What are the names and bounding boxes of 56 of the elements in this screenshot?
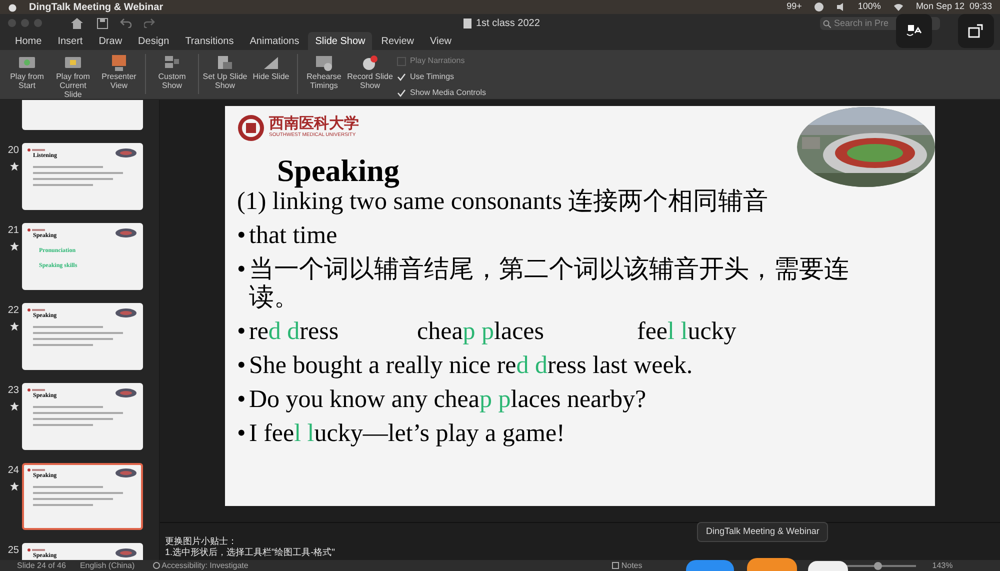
app-name: DingTalk Meeting & Webinar bbox=[29, 0, 164, 14]
bullet-text: feel lucky bbox=[637, 318, 736, 346]
ribbon-tab[interactable]: Slide Show bbox=[308, 32, 372, 50]
ribbon-button[interactable]: Presenter View bbox=[96, 54, 142, 90]
ribbon-button[interactable]: Set Up Slide Show bbox=[202, 54, 248, 90]
ribbon-tab[interactable]: Design bbox=[131, 32, 176, 50]
status-text: Slide 24 of 46 bbox=[17, 560, 66, 571]
slide-number: 22 bbox=[8, 304, 19, 318]
notes-text: 1.选中形状后，选择工具栏"绘图工具-格式" bbox=[165, 547, 336, 558]
notes-button[interactable]: Notes bbox=[612, 560, 642, 571]
logo-text: 西南医科大学 bbox=[269, 116, 359, 132]
window-title: 1st class 2022 bbox=[476, 17, 540, 31]
battery-level: 100% bbox=[858, 0, 881, 14]
ribbon-tab[interactable]: Transitions bbox=[178, 32, 241, 50]
checkbox-label: Play Narrations bbox=[410, 55, 465, 67]
slide-number: 24 bbox=[8, 464, 19, 478]
bullet-text: I feel lucky—let’s play a game! bbox=[249, 420, 565, 448]
status-text: English (China) bbox=[80, 560, 135, 571]
bullet-text: cheap places bbox=[417, 318, 546, 346]
checkbox-label: Show Media Controls bbox=[410, 87, 486, 99]
bullet-icon: • bbox=[237, 420, 249, 448]
bullet-icon: • bbox=[237, 352, 249, 380]
tooltip: DingTalk Meeting & Webinar bbox=[697, 522, 828, 542]
ribbon-tab[interactable]: Animations bbox=[242, 32, 306, 50]
ribbon-tab[interactable]: Review bbox=[374, 32, 422, 50]
ribbon-button[interactable]: Rehearse Timings bbox=[301, 54, 347, 90]
slide-title: Speaking bbox=[277, 154, 400, 188]
bullet-text: red dress bbox=[249, 318, 340, 346]
ribbon-button[interactable]: Play from Current Slide bbox=[50, 54, 96, 99]
accessibility-button[interactable]: Accessibility: Investigate bbox=[152, 560, 248, 571]
notification-count: 99+ bbox=[786, 0, 802, 14]
bullet-icon: • bbox=[237, 256, 249, 284]
slide-number: 20 bbox=[8, 144, 19, 158]
zoom-level: 143% bbox=[932, 560, 953, 571]
checkbox-label: Use Timings bbox=[410, 71, 454, 83]
ribbon-button[interactable]: Hide Slide bbox=[248, 54, 294, 81]
clock: Mon Sep 12 09:33 bbox=[916, 0, 992, 14]
bullet-icon: • bbox=[237, 318, 249, 346]
ribbon-button[interactable]: Custom Show bbox=[149, 54, 195, 90]
notes-text: 更换图片小贴士： bbox=[165, 536, 238, 547]
ribbon-tab[interactable]: Draw bbox=[92, 32, 130, 50]
ribbon-tab[interactable]: Insert bbox=[50, 32, 90, 50]
ribbon-button[interactable]: Record Slide Show bbox=[347, 54, 393, 90]
bullet-icon: • bbox=[237, 386, 249, 414]
bullet-icon: • bbox=[237, 222, 249, 250]
ribbon-tab[interactable]: View bbox=[423, 32, 459, 50]
slide-number: 25 bbox=[8, 544, 19, 558]
bullet-text: She bought a really nice red dress last week. bbox=[249, 352, 693, 380]
ribbon-button[interactable]: Play from Start bbox=[4, 54, 50, 90]
slide-subtitle: (1) linking two same consonants 连接两个相同辅音 bbox=[237, 188, 768, 216]
slide-number: 21 bbox=[8, 224, 19, 238]
bullet-text: that time bbox=[249, 222, 338, 250]
slide-number: 23 bbox=[8, 384, 19, 398]
ribbon-tab[interactable]: Home bbox=[8, 32, 49, 50]
bullet-text: 当一个词以辅音结尾，第二个词以该辅音开头，需要连读。 bbox=[249, 256, 850, 312]
bullet-text: Do you know any cheap places nearby? bbox=[249, 386, 646, 414]
